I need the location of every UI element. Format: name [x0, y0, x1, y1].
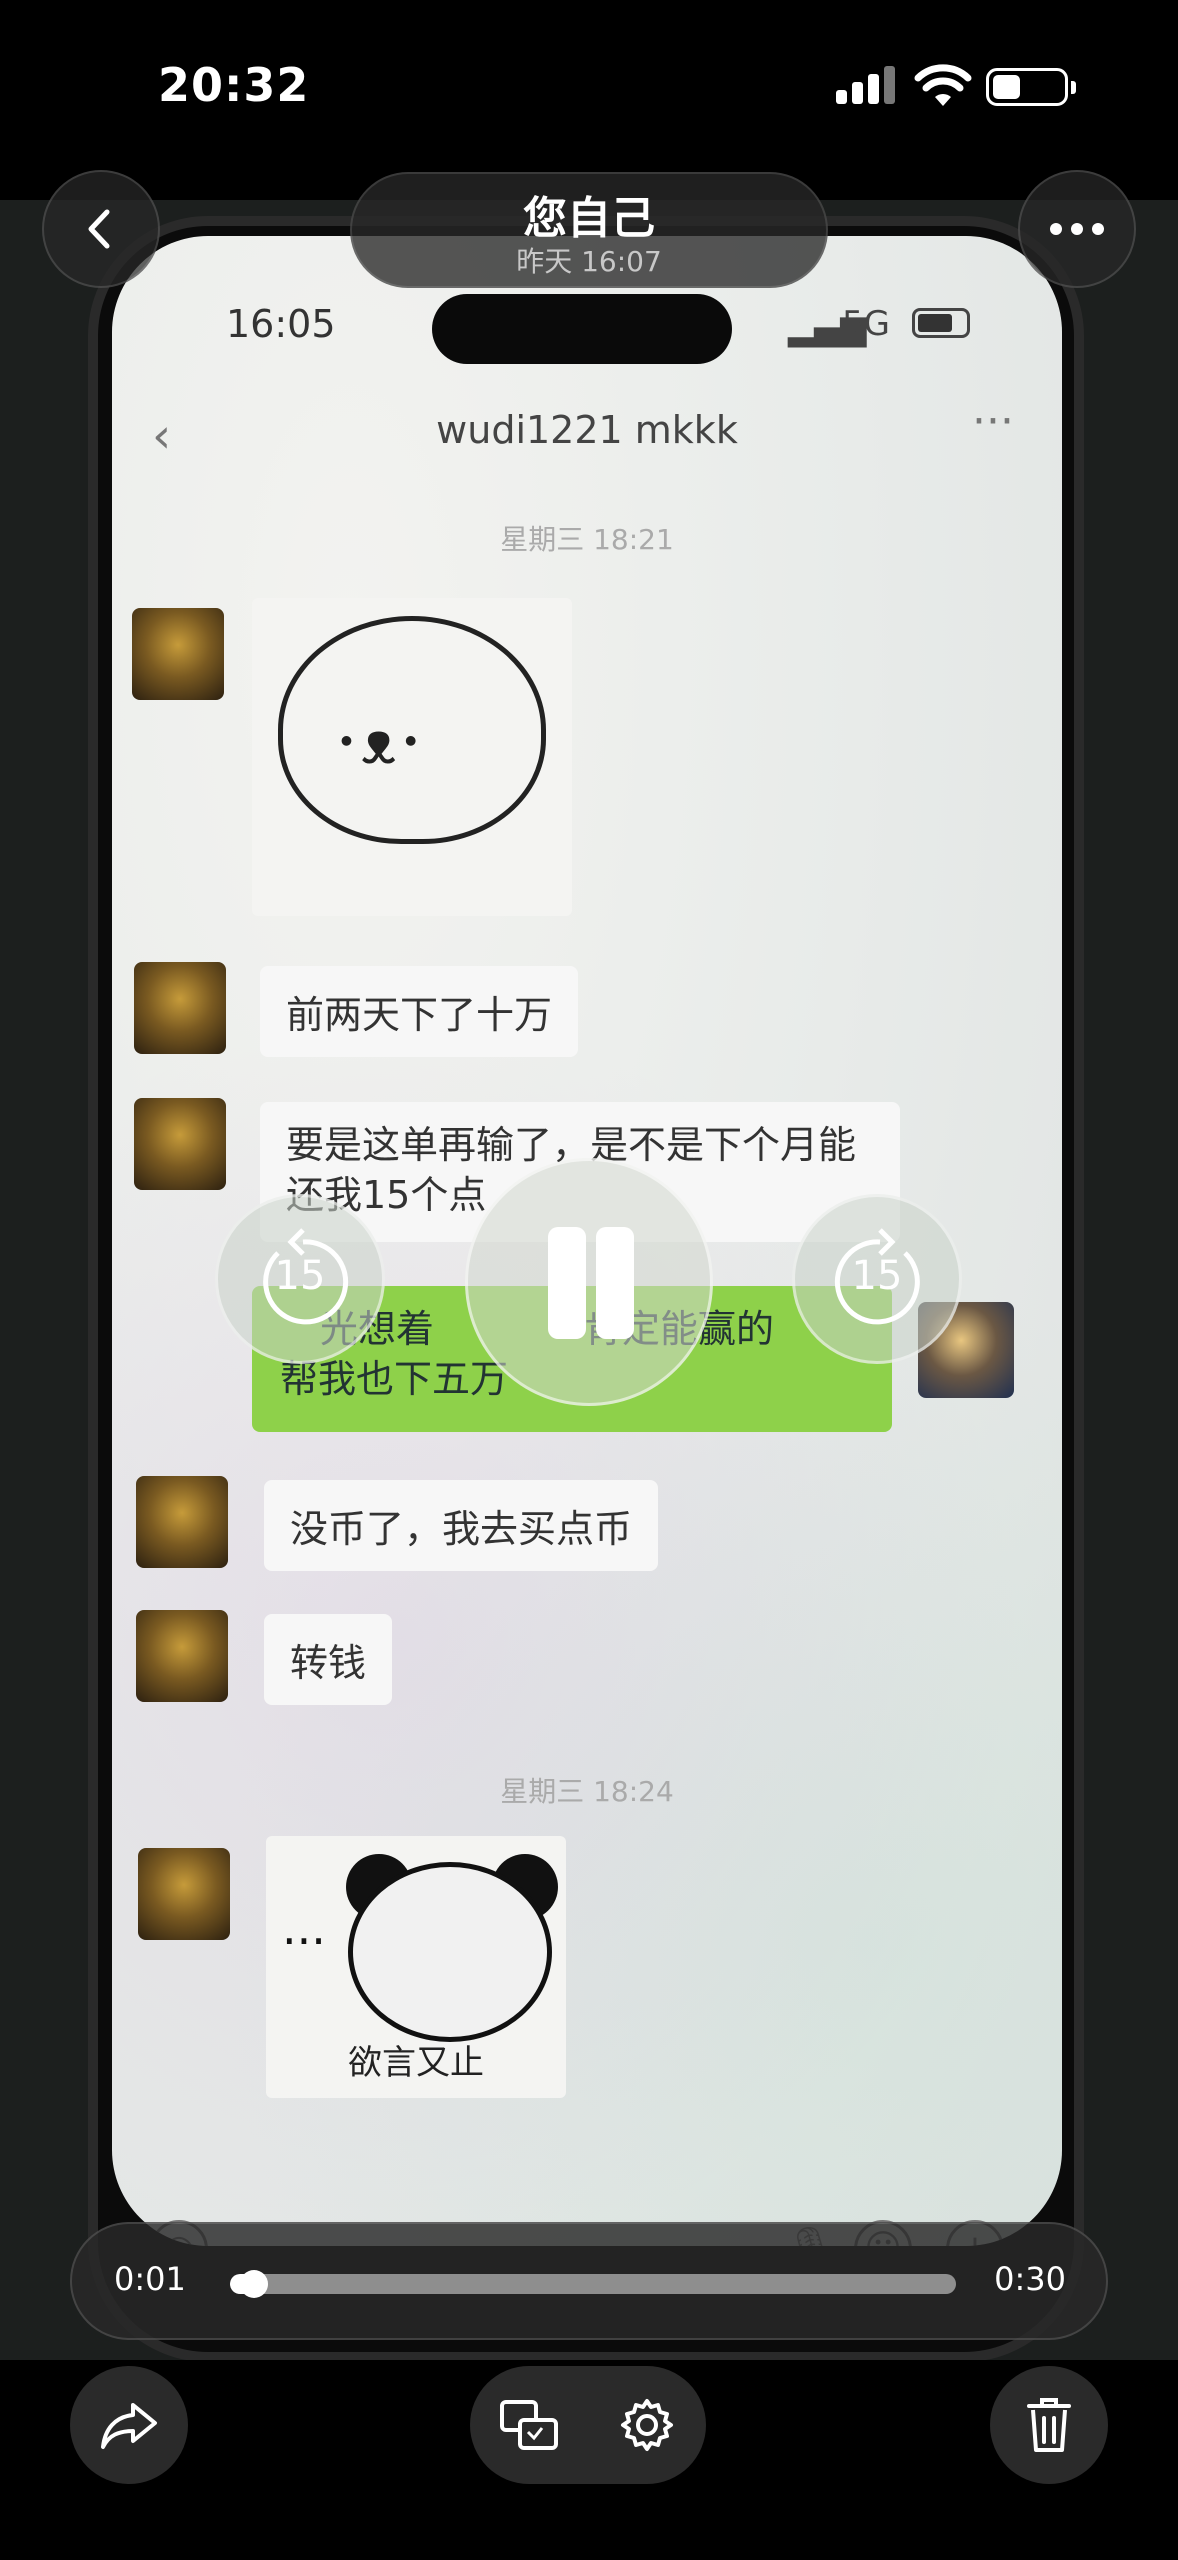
- forward-15-button[interactable]: 15: [792, 1194, 962, 1364]
- video-chat-message: 转钱: [264, 1614, 393, 1705]
- settings-button[interactable]: [588, 2366, 706, 2484]
- video-chat-avatar: [132, 608, 224, 700]
- rewind-seconds: 15: [274, 1253, 326, 1299]
- pause-icon: [548, 1227, 586, 1339]
- playback-scrubber: 0:01 0:30: [70, 2222, 1108, 2340]
- video-phone-notch: [432, 294, 732, 364]
- wifi-icon: [914, 64, 972, 106]
- video-phone-battery-icon: [912, 308, 970, 338]
- gear-icon: [621, 2399, 673, 2451]
- delete-button[interactable]: [990, 2366, 1108, 2484]
- video-chat-title: wudi1221 mkkk: [436, 408, 738, 452]
- rewind-15-button[interactable]: 15: [215, 1194, 385, 1364]
- video-chat-message: 前两天下了十万: [260, 966, 579, 1057]
- video-chat-avatar: [138, 1848, 230, 1940]
- media-subtitle: 昨天 16:07: [516, 245, 662, 278]
- back-button[interactable]: [42, 170, 160, 288]
- media-title: 您自己: [523, 193, 655, 244]
- video-chat-sticker-cat: ･ᴥ･: [252, 598, 572, 916]
- video-chat-message: 没币了，我去买点币: [264, 1480, 659, 1571]
- share-button[interactable]: [70, 2366, 188, 2484]
- share-icon: [101, 2403, 157, 2449]
- video-phone-time: 16:05: [226, 302, 336, 346]
- trash-icon: [1027, 2398, 1071, 2452]
- battery-fill: [993, 75, 1020, 99]
- video-chat-date: 星期三 18:21: [500, 523, 674, 556]
- pause-button[interactable]: [465, 1158, 713, 1406]
- more-horizontal-icon: [1050, 223, 1104, 235]
- video-chat-avatar: [134, 1098, 226, 1190]
- battery-icon: [986, 68, 1076, 106]
- status-bar: 20:32: [0, 0, 1178, 200]
- cellular-signal-icon: [836, 66, 896, 104]
- video-chat-avatar: [134, 962, 226, 1054]
- tool-group: [470, 2366, 706, 2484]
- chevron-left-icon: [88, 209, 110, 249]
- progress-knob[interactable]: [239, 2270, 268, 2298]
- video-chat-date: 星期三 18:24: [500, 1775, 674, 1808]
- panda-sticker-icon: [348, 1862, 552, 2042]
- video-chat-avatar: [136, 1476, 228, 1568]
- media-title-pill: 您自己 昨天 16:07: [350, 172, 828, 288]
- video-chat-sticker-panda: ··· 欲言又止: [266, 1836, 566, 2098]
- more-button[interactable]: [1018, 170, 1136, 288]
- video-phone-network: 5G: [842, 304, 890, 344]
- status-time: 20:32: [158, 58, 310, 112]
- forward-seconds: 15: [851, 1253, 903, 1299]
- duration: 0:30: [994, 2260, 1066, 2298]
- sticker-caption: 欲言又止: [348, 2043, 484, 2083]
- current-time: 0:01: [114, 2260, 186, 2298]
- live-text-icon: [500, 2400, 558, 2450]
- video-chat-more-icon: ···: [972, 396, 1014, 447]
- video-chat-avatar: [136, 1610, 228, 1702]
- progress-track[interactable]: [230, 2274, 956, 2294]
- live-text-button[interactable]: [470, 2366, 588, 2484]
